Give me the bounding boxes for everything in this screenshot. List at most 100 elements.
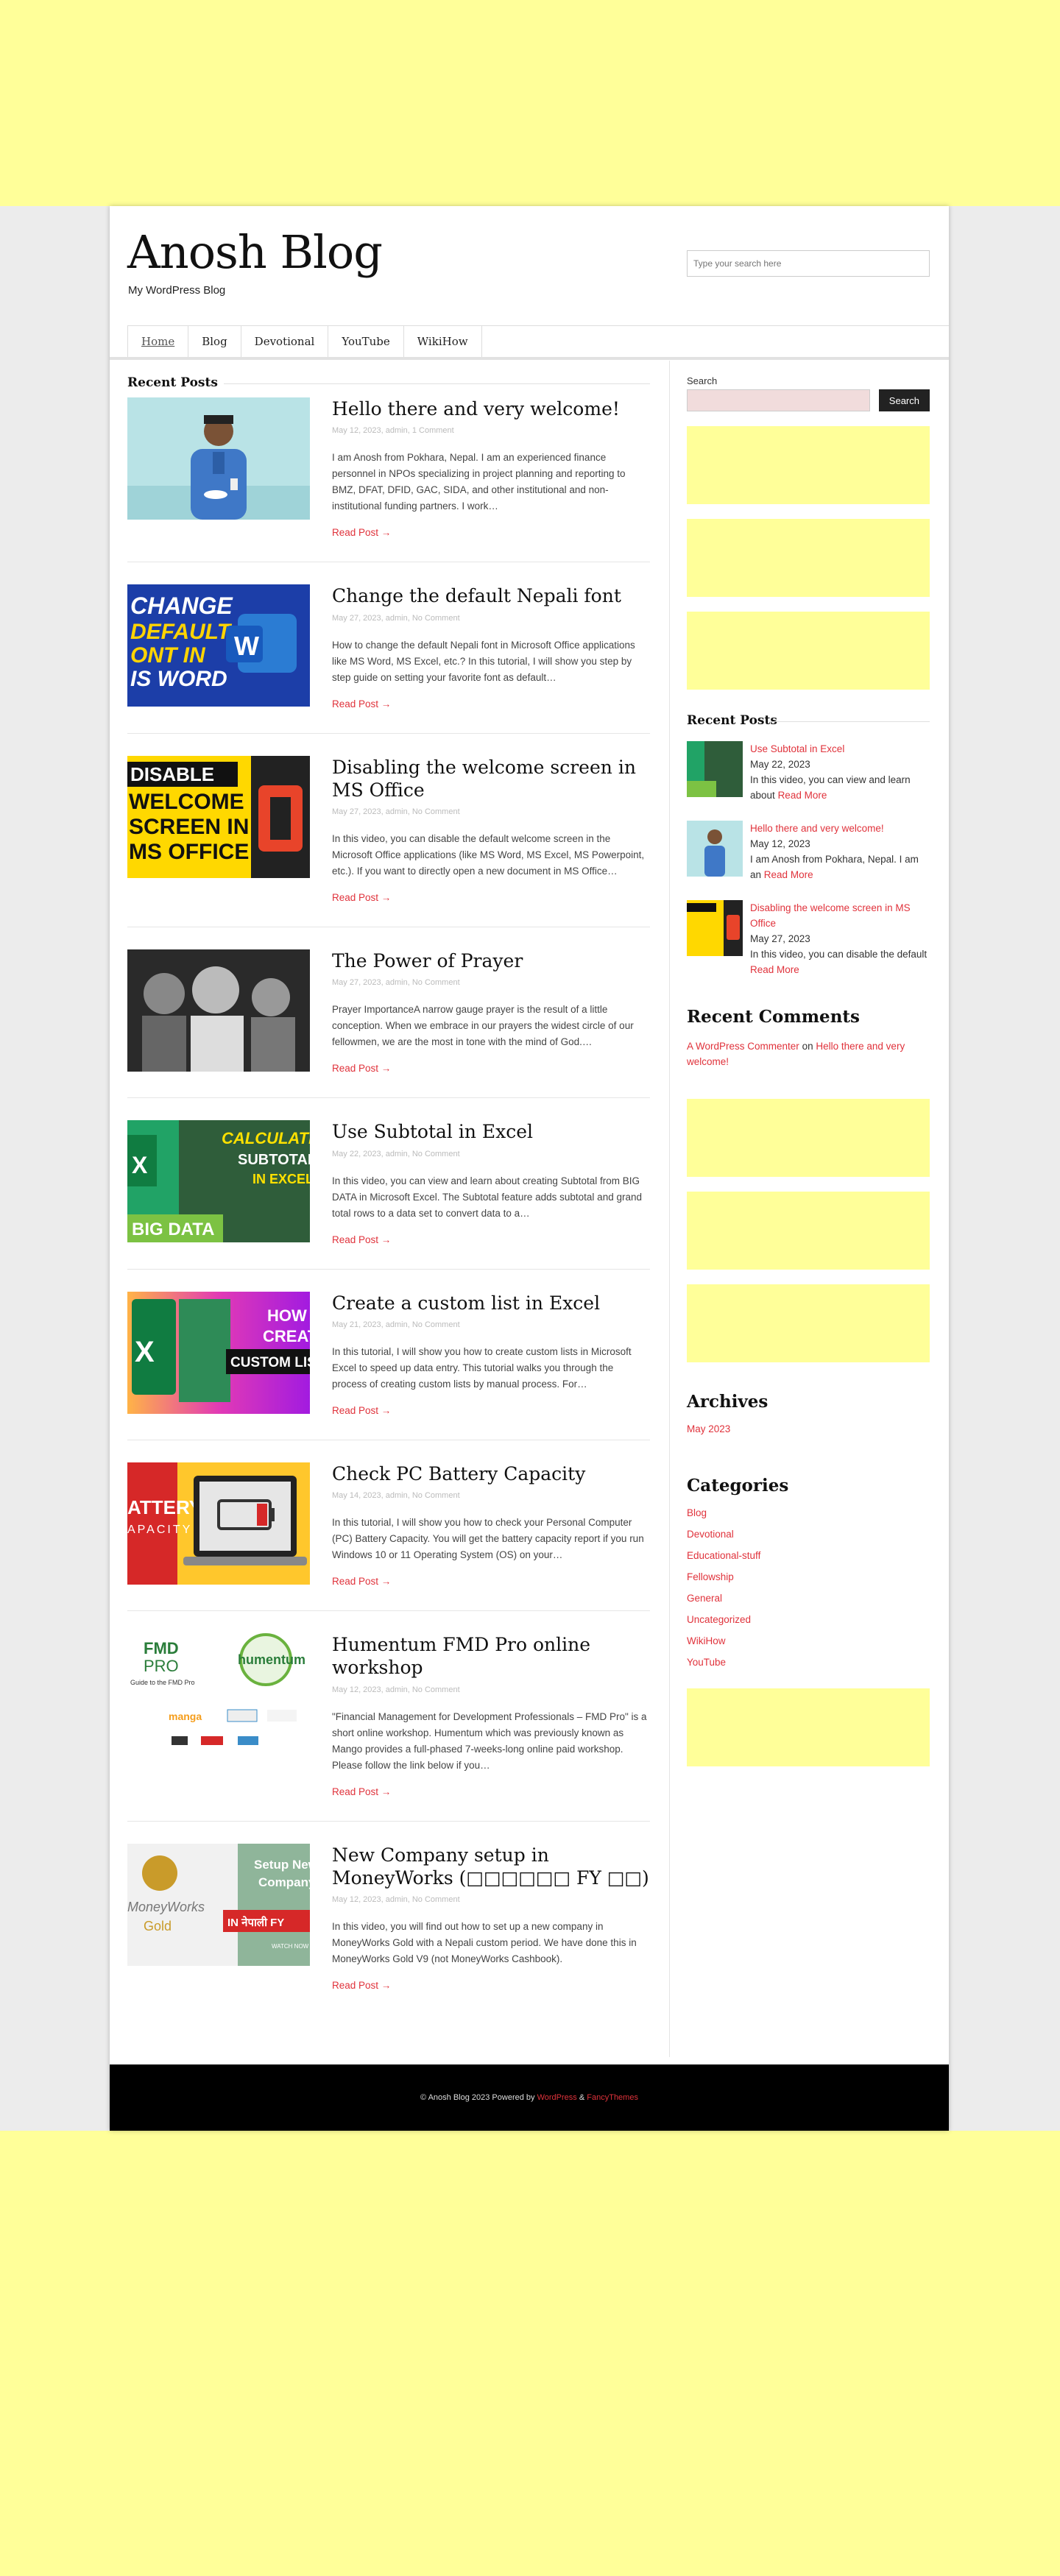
post-thumbnail[interactable]: X CALCULATE SUBTOTAL IN EXCEL BIG DATA — [127, 1120, 310, 1243]
footer-wordpress-link[interactable]: WordPress — [537, 2093, 577, 2102]
column-divider — [669, 361, 670, 2057]
ad-slot[interactable] — [687, 426, 930, 504]
ad-slot[interactable] — [687, 1284, 930, 1362]
post-item: X CALCULATE SUBTOTAL IN EXCEL BIG DATA U… — [127, 1120, 650, 1270]
post-title[interactable]: The Power of Prayer — [332, 949, 650, 972]
post-item: CHANGE DEFAULT ONT IN IS WORD W Change t… — [127, 584, 650, 734]
svg-text:Company: Company — [258, 1875, 310, 1889]
sidebar-search-input[interactable] — [687, 389, 870, 411]
read-post-link[interactable]: Read Post → — [332, 1063, 391, 1074]
svg-text:DISABLE: DISABLE — [130, 763, 214, 785]
svg-text:CALCULATE: CALCULATE — [222, 1129, 310, 1147]
recent-post-title[interactable]: Hello there and very welcome! — [750, 823, 884, 834]
nav-blog[interactable]: Blog — [188, 326, 241, 357]
post-item: DISABLE WELCOME SCREEN IN MS OFFICE Disa… — [127, 755, 650, 927]
read-post-link[interactable]: Read Post → — [332, 1405, 391, 1416]
svg-text:Guide to the FMD Pro: Guide to the FMD Pro — [130, 1679, 195, 1686]
post-title[interactable]: Change the default Nepali font — [332, 584, 650, 607]
post-thumbnail[interactable]: ATTERY APACITY — [127, 1462, 310, 1585]
sidebar-search: Search — [687, 389, 930, 411]
moneyworks-thumbnail: MoneyWorks Gold Setup New Company IN नेप… — [127, 1843, 310, 1966]
recent-post-thumbnail[interactable] — [687, 821, 743, 877]
post-item: The Power of Prayer May 27, 2023, admin,… — [127, 949, 650, 1099]
post-title[interactable]: New Company setup in MoneyWorks (□□□□□□ … — [332, 1844, 650, 1890]
recent-post-date: May 27, 2023 — [750, 933, 810, 944]
nav-home[interactable]: Home — [127, 326, 189, 357]
read-post-link[interactable]: Read Post → — [332, 1786, 391, 1797]
recent-post-title[interactable]: Use Subtotal in Excel — [750, 743, 844, 754]
post-thumbnail[interactable]: DISABLE WELCOME SCREEN IN MS OFFICE — [127, 755, 310, 878]
post-title[interactable]: Humentum FMD Pro online workshop — [332, 1633, 650, 1680]
nav-youtube[interactable]: YouTube — [328, 326, 404, 357]
archives-title: Archives — [687, 1392, 768, 1412]
recent-post-item: Disabling the welcome screen in MS Offic… — [687, 900, 930, 977]
post-title[interactable]: Hello there and very welcome! — [332, 397, 650, 420]
svg-text:DEFAULT: DEFAULT — [130, 620, 233, 644]
category-link[interactable]: Uncategorized — [687, 1614, 930, 1625]
post-thumbnail[interactable]: FMD PRO Guide to the FMD Pro humentum ma… — [127, 1633, 310, 1755]
ad-slot[interactable] — [687, 1192, 930, 1270]
read-more-link[interactable]: Read More — [764, 869, 813, 880]
recent-post-date: May 12, 2023 — [750, 838, 810, 849]
archive-link[interactable]: May 2023 — [687, 1423, 930, 1434]
svg-text:CHANGE: CHANGE — [130, 592, 233, 619]
comment-author-link[interactable]: A WordPress Commenter — [687, 1041, 799, 1052]
svg-text:Setup New: Setup New — [254, 1858, 310, 1872]
post-thumbnail[interactable]: CHANGE DEFAULT ONT IN IS WORD W — [127, 584, 310, 707]
category-link[interactable]: General — [687, 1593, 930, 1604]
svg-text:W: W — [234, 631, 259, 661]
subtotal-mini-thumbnail — [687, 741, 743, 797]
ad-slot[interactable] — [687, 612, 930, 690]
ad-slot[interactable] — [687, 1688, 930, 1766]
post-excerpt: Prayer ImportanceA narrow gauge prayer i… — [332, 1004, 634, 1048]
svg-text:APACITY: APACITY — [127, 1524, 192, 1536]
category-link[interactable]: Devotional — [687, 1529, 930, 1540]
post-title[interactable]: Check PC Battery Capacity — [332, 1462, 650, 1485]
post-meta: May 27, 2023, admin, No Comment — [332, 613, 460, 623]
header-search-input[interactable] — [687, 250, 930, 277]
disable-welcome-thumbnail: DISABLE WELCOME SCREEN IN MS OFFICE — [127, 755, 310, 878]
svg-text:MoneyWorks: MoneyWorks — [127, 1900, 205, 1914]
read-post-link[interactable]: Read Post → — [332, 1980, 391, 1991]
post-excerpt: In this video, you can disable the defau… — [332, 833, 645, 877]
category-link[interactable]: Fellowship — [687, 1571, 930, 1582]
svg-text:IN नेपाली FY: IN नेपाली FY — [227, 1916, 284, 1929]
read-more-link[interactable]: Read More — [750, 964, 799, 975]
post-excerpt: "Financial Management for Development Pr… — [332, 1710, 647, 1771]
category-link[interactable]: Educational-stuff — [687, 1550, 930, 1561]
ad-slot[interactable] — [687, 519, 930, 597]
category-link[interactable]: YouTube — [687, 1657, 930, 1668]
nav-wikihow[interactable]: WikiHow — [404, 326, 482, 357]
post-title[interactable]: Use Subtotal in Excel — [332, 1120, 650, 1143]
post-title[interactable]: Create a custom list in Excel — [332, 1292, 650, 1314]
svg-text:humentum: humentum — [238, 1652, 305, 1667]
post-thumbnail[interactable]: MoneyWorks Gold Setup New Company IN नेप… — [127, 1843, 310, 1966]
search-button[interactable]: Search — [878, 389, 930, 411]
comment-on-text: on — [802, 1041, 813, 1052]
post-thumbnail[interactable] — [127, 949, 310, 1072]
read-more-link[interactable]: Read More — [778, 790, 827, 801]
read-post-link[interactable]: Read Post → — [332, 698, 391, 710]
ad-slot[interactable] — [687, 1099, 930, 1177]
read-post-link[interactable]: Read Post → — [332, 892, 391, 903]
post-thumbnail[interactable] — [127, 397, 310, 520]
nav-devotional[interactable]: Devotional — [241, 326, 329, 357]
post-title[interactable]: Disabling the welcome screen in MS Offic… — [332, 756, 650, 802]
post-meta: May 12, 2023, admin, No Comment — [332, 1685, 460, 1694]
main-content: Recent Posts Hello there and very welcom… — [127, 375, 650, 2037]
archives-list: May 2023 — [687, 1423, 930, 1434]
page-container: Anosh Blog My WordPress Blog Home Blog D… — [110, 206, 949, 2131]
post-excerpt: I am Anosh from Pokhara, Nepal. I am an … — [332, 452, 626, 512]
recent-post-thumbnail[interactable] — [687, 900, 743, 956]
recent-post-thumbnail[interactable] — [687, 741, 743, 797]
read-post-link[interactable]: Read Post → — [332, 1234, 391, 1245]
read-post-link[interactable]: Read Post → — [332, 1576, 391, 1587]
category-link[interactable]: WikiHow — [687, 1635, 930, 1646]
read-post-link[interactable]: Read Post → — [332, 527, 391, 538]
site-title[interactable]: Anosh Blog — [127, 225, 383, 279]
svg-text:SCREEN IN: SCREEN IN — [129, 815, 249, 839]
post-thumbnail[interactable]: X HOW TO CREATE CUSTOM LIST — [127, 1291, 310, 1414]
recent-post-title[interactable]: Disabling the welcome screen in MS Offic… — [750, 902, 911, 929]
category-link[interactable]: Blog — [687, 1507, 930, 1518]
footer-fancythemes-link[interactable]: FancyThemes — [587, 2093, 638, 2102]
